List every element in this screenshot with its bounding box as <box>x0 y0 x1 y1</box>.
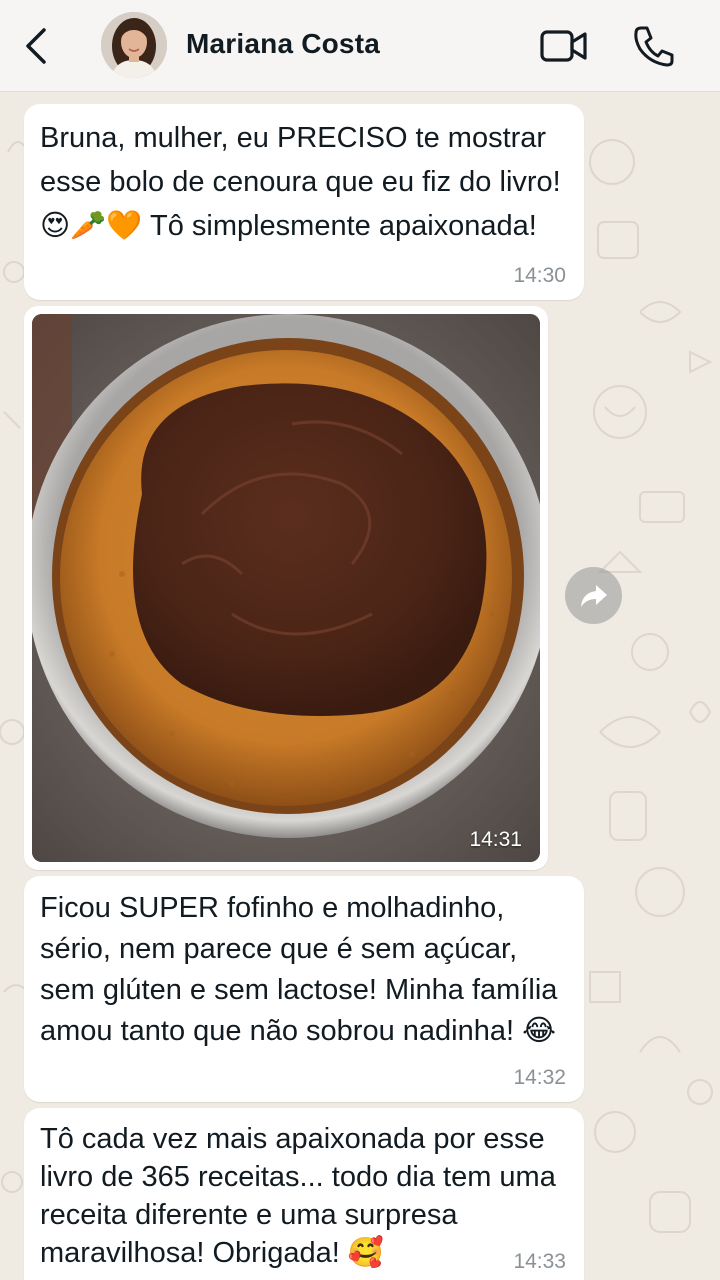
message-text: Bruna, mulher, eu PRECISO te mostrar ess… <box>40 122 561 242</box>
forward-button[interactable] <box>565 567 622 624</box>
back-arrow-icon <box>26 28 46 64</box>
chat-header: Mariana Costa <box>0 0 720 92</box>
message-bubble[interactable]: Bruna, mulher, eu PRECISO te mostrar ess… <box>24 104 584 300</box>
contact-name[interactable]: Mariana Costa <box>186 28 380 60</box>
voice-call-button[interactable] <box>632 24 674 68</box>
image-message[interactable]: 14:31 <box>24 306 548 870</box>
message-text: Tô cada vez mais apaixonada por esse liv… <box>40 1123 556 1269</box>
cake-photo[interactable]: 14:31 <box>32 314 540 862</box>
video-call-icon <box>540 30 587 62</box>
message-bubble[interactable]: Tô cada vez mais apaixonada por esse liv… <box>24 1108 584 1280</box>
chat-area[interactable]: Bruna, mulher, eu PRECISO te mostrar ess… <box>0 92 720 1280</box>
message-text: Ficou SUPER fofinho e molhadinho, sério,… <box>40 892 558 1047</box>
message-time: 14:33 <box>513 1250 566 1273</box>
video-call-button[interactable] <box>539 26 589 66</box>
forward-arrow-icon <box>580 584 607 607</box>
phone-icon <box>634 26 674 67</box>
back-button[interactable] <box>18 24 54 68</box>
message-bubble[interactable]: Ficou SUPER fofinho e molhadinho, sério,… <box>24 876 584 1102</box>
message-time: 14:31 <box>469 828 522 851</box>
avatar[interactable] <box>101 12 167 78</box>
message-time: 14:32 <box>513 1066 566 1089</box>
message-time: 14:30 <box>513 264 566 287</box>
